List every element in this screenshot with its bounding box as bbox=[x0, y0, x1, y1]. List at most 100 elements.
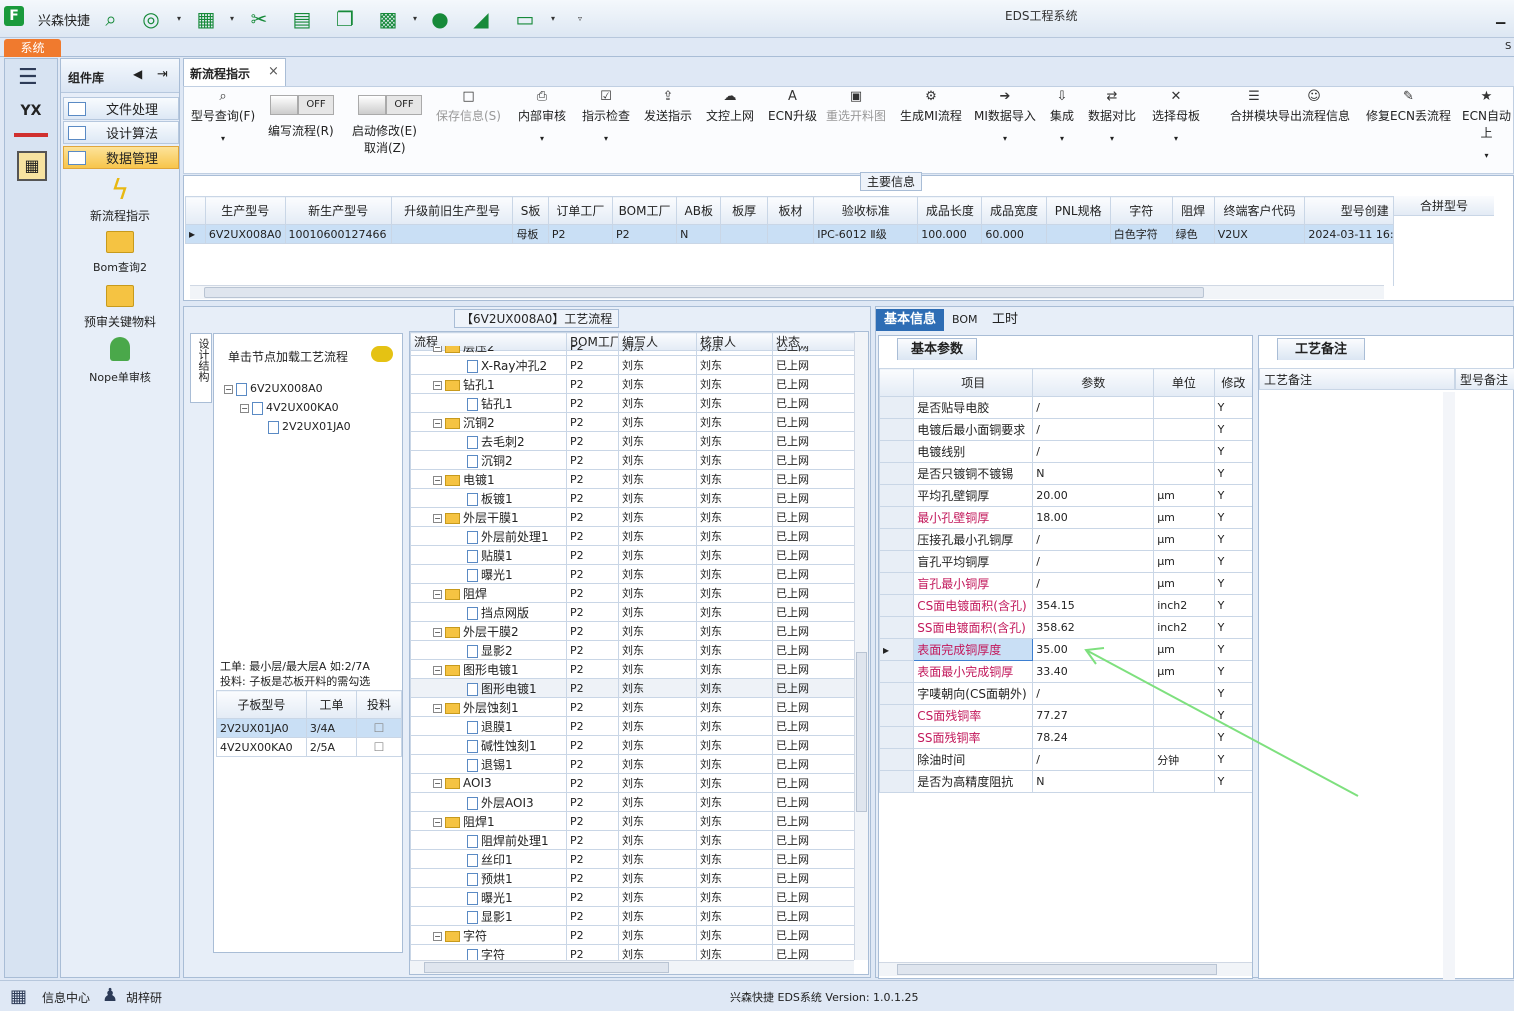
material-checkbox[interactable]: ☐ bbox=[356, 718, 402, 738]
table-row[interactable]: − 图形电镀1 P2 刘东 刘东 已上网 bbox=[410, 659, 854, 679]
column-header[interactable]: 投料 bbox=[356, 690, 402, 719]
horizontal-scrollbar[interactable] bbox=[879, 962, 1252, 976]
vertical-scrollbar[interactable] bbox=[854, 332, 868, 960]
toolbar-button[interactable]: □ 保存信息(S) bbox=[436, 89, 501, 124]
expand-icon[interactable]: − bbox=[433, 665, 442, 675]
param-value[interactable]: / bbox=[1032, 418, 1155, 441]
table-row[interactable]: 去毛刺2 P2 刘东 刘东 已上网 bbox=[410, 431, 854, 451]
tab-basic-info[interactable]: 基本信息 bbox=[876, 309, 945, 331]
column-header[interactable]: 订单工厂 bbox=[547, 196, 613, 225]
expand-icon[interactable]: − bbox=[433, 703, 442, 713]
column-header[interactable]: 生产型号 bbox=[204, 196, 286, 225]
lifebuoy-icon[interactable]: ◎ bbox=[138, 6, 164, 32]
table-row[interactable]: 外层AOI3 P2 刘东 刘东 已上网 bbox=[410, 792, 854, 812]
expand-icon[interactable]: − bbox=[433, 418, 442, 428]
table-row[interactable]: 退膜1 P2 刘东 刘东 已上网 bbox=[410, 716, 854, 736]
table-row[interactable]: 退锡1 P2 刘东 刘东 已上网 bbox=[410, 754, 854, 774]
table-row[interactable]: 4V2UX00KA0 2/5A ☐ bbox=[216, 737, 402, 757]
side-tab-structure[interactable]: 设计结构 bbox=[190, 333, 212, 403]
column-header[interactable]: 字符 bbox=[1109, 196, 1173, 225]
column-header[interactable]: AB板 bbox=[676, 196, 722, 225]
column-header[interactable]: 升级前旧生产型号 bbox=[390, 196, 514, 225]
table-row[interactable]: SS面电镀面积(含孔) 358.62 inch2 Y bbox=[879, 616, 1252, 639]
table-row[interactable]: 外层前处理1 P2 刘东 刘东 已上网 bbox=[410, 526, 854, 546]
collapse-left-icon[interactable]: ◀ bbox=[133, 67, 142, 81]
toolbar-button[interactable]: ⇄ 数据对比 ▾ bbox=[1088, 89, 1136, 143]
nav-item-design-algorithm[interactable]: 设计算法 bbox=[63, 121, 179, 144]
chevron-down-icon[interactable]: ▾ bbox=[551, 14, 555, 23]
expand-icon[interactable]: − bbox=[433, 475, 442, 485]
table-row[interactable]: 盲孔最小铜厚 / μm Y bbox=[879, 572, 1252, 595]
start-modify-toggle[interactable]: OFF bbox=[358, 95, 426, 115]
grid-icon[interactable]: ▦ bbox=[193, 6, 219, 32]
shortcut-prereview[interactable]: 预审关键物料 bbox=[61, 285, 179, 330]
scissors-icon[interactable]: ✂ bbox=[246, 6, 272, 32]
chevron-down-icon[interactable]: ▾ bbox=[413, 14, 417, 23]
param-value[interactable]: / bbox=[1032, 572, 1155, 595]
table-row[interactable]: 是否只镀铜不镀锡 N Y bbox=[879, 462, 1252, 485]
table-row[interactable]: 曝光1 P2 刘东 刘东 已上网 bbox=[410, 887, 854, 907]
table-row[interactable]: 压接孔最小孔铜厚 / μm Y bbox=[879, 528, 1252, 551]
table-row[interactable]: 沉铜2 P2 刘东 刘东 已上网 bbox=[410, 450, 854, 470]
table-row[interactable]: 平均孔壁铜厚 20.00 μm Y bbox=[879, 484, 1252, 507]
customize-icon[interactable]: ▿ bbox=[578, 14, 582, 23]
horizontal-scrollbar[interactable] bbox=[410, 960, 854, 974]
dashboard-icon[interactable]: ▦ bbox=[10, 986, 32, 1007]
column-header[interactable]: 板材 bbox=[766, 196, 815, 225]
toolbar-button[interactable]: ☺ 导出流程信息 bbox=[1278, 89, 1350, 124]
column-header[interactable]: S板 bbox=[512, 196, 549, 225]
table-row[interactable]: 图形电镀1 P2 刘东 刘东 已上网 bbox=[410, 678, 854, 698]
column-header[interactable]: 项目 bbox=[913, 368, 1034, 397]
menu-icon[interactable]: ☰ bbox=[18, 65, 38, 90]
tab-bom[interactable]: BOM bbox=[944, 309, 986, 331]
table-row[interactable]: 钻孔1 P2 刘东 刘东 已上网 bbox=[410, 393, 854, 413]
tab-hours[interactable]: 工时 bbox=[984, 309, 1026, 331]
expand-icon[interactable]: − bbox=[433, 627, 442, 637]
table-row[interactable]: X-Ray冲孔2 P2 刘东 刘东 已上网 bbox=[410, 355, 854, 375]
chevron-down-icon[interactable]: ▾ bbox=[230, 14, 234, 23]
pin-icon[interactable]: ⇥ bbox=[157, 67, 168, 82]
column-header[interactable]: 单位 bbox=[1153, 368, 1215, 397]
table-row[interactable]: − 阻焊 P2 刘东 刘东 已上网 bbox=[410, 583, 854, 603]
scroll-thumb[interactable] bbox=[856, 652, 867, 812]
table-row[interactable]: − 层压2 P2 刘东 刘东 已上网 bbox=[410, 346, 854, 356]
table-row[interactable]: − 外层干膜2 P2 刘东 刘东 已上网 bbox=[410, 621, 854, 641]
column-header[interactable]: 板厚 bbox=[720, 196, 768, 225]
horizontal-scrollbar[interactable] bbox=[190, 285, 1384, 299]
table-row[interactable]: 阻焊前处理1 P2 刘东 刘东 已上网 bbox=[410, 830, 854, 850]
close-icon[interactable]: × bbox=[268, 64, 279, 79]
shortcut-new-flow[interactable]: ϟ 新流程指示 bbox=[61, 173, 179, 224]
system-tab[interactable]: 系统 bbox=[4, 39, 61, 57]
expand-icon[interactable]: − bbox=[433, 931, 442, 941]
table-row[interactable]: − 外层蚀刻1 P2 刘东 刘东 已上网 bbox=[410, 697, 854, 717]
column-header[interactable]: 新生产型号 bbox=[284, 196, 392, 225]
app-logo[interactable]: F bbox=[4, 6, 24, 26]
toolbar-button[interactable]: ✕ 选择母板 ▾ bbox=[1152, 89, 1200, 143]
table-row[interactable]: CS面电镀面积(含孔) 354.15 inch2 Y bbox=[879, 594, 1252, 617]
param-value[interactable]: 358.62 bbox=[1032, 616, 1155, 639]
tab-process-remarks[interactable]: 工艺备注 bbox=[1277, 338, 1365, 360]
info-center-label[interactable]: 信息中心 bbox=[42, 989, 90, 1006]
expand-icon[interactable]: − bbox=[433, 817, 442, 827]
table-row[interactable]: 是否贴导电胶 / Y bbox=[879, 396, 1252, 419]
param-value[interactable]: / bbox=[1032, 550, 1155, 573]
toolbar-button[interactable]: ⎙ 内部审核 ▾ bbox=[518, 89, 566, 143]
table-row[interactable]: − 字符 P2 刘东 刘东 已上网 bbox=[410, 925, 854, 945]
expand-icon[interactable]: − bbox=[433, 513, 442, 523]
toolbar-button[interactable]: ☰ 合拼模块 bbox=[1230, 89, 1278, 124]
write-flow-toggle[interactable]: OFF bbox=[270, 95, 338, 115]
table-row[interactable]: − AOI3 P2 刘东 刘东 已上网 bbox=[410, 773, 854, 793]
param-value[interactable]: / bbox=[1032, 396, 1155, 419]
table-row[interactable]: 预烘1 P2 刘东 刘东 已上网 bbox=[410, 868, 854, 888]
monitor-icon[interactable]: ▭ bbox=[512, 6, 538, 32]
cancel-label[interactable]: 取消(Z) bbox=[364, 139, 406, 156]
table-row[interactable]: 盲孔平均铜厚 / μm Y bbox=[879, 550, 1252, 573]
column-header[interactable]: 型号创建 bbox=[1304, 196, 1393, 225]
apps-icon[interactable]: ▩ bbox=[375, 6, 401, 32]
table-row[interactable]: 贴膜1 P2 刘东 刘东 已上网 bbox=[410, 545, 854, 565]
table-row[interactable]: − 阻焊1 P2 刘东 刘东 已上网 bbox=[410, 811, 854, 831]
column-header[interactable]: 参数 bbox=[1032, 368, 1155, 397]
toolbar-button[interactable]: ⚙ 生成MI流程 bbox=[900, 89, 962, 124]
column-header[interactable]: 子板型号 bbox=[216, 690, 307, 719]
tab-basic-params[interactable]: 基本参数 bbox=[897, 338, 977, 360]
